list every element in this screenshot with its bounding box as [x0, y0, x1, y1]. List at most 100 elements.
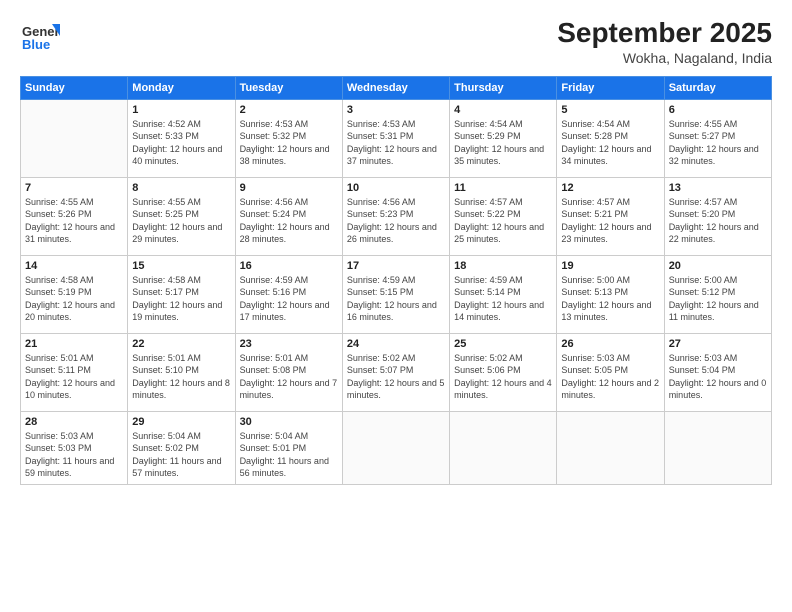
- header-wednesday: Wednesday: [342, 76, 449, 99]
- week-row-3: 21 Sunrise: 5:01 AMSunset: 5:11 PMDayligh…: [21, 333, 772, 411]
- day-number: 8: [132, 182, 230, 194]
- day-number: 26: [561, 338, 659, 350]
- day-detail: Sunrise: 4:59 AMSunset: 5:14 PMDaylight:…: [454, 274, 552, 324]
- day-detail: Sunrise: 5:03 AMSunset: 5:04 PMDaylight:…: [669, 352, 767, 402]
- header-monday: Monday: [128, 76, 235, 99]
- day-detail: Sunrise: 4:59 AMSunset: 5:15 PMDaylight:…: [347, 274, 445, 324]
- day-cell: 6 Sunrise: 4:55 AMSunset: 5:27 PMDaylight…: [664, 99, 771, 177]
- day-number: 13: [669, 182, 767, 194]
- day-cell: 3 Sunrise: 4:53 AMSunset: 5:31 PMDaylight…: [342, 99, 449, 177]
- calendar-title: September 2025: [557, 16, 772, 50]
- day-detail: Sunrise: 4:52 AMSunset: 5:33 PMDaylight:…: [132, 118, 230, 168]
- day-cell: [664, 411, 771, 484]
- day-detail: Sunrise: 4:55 AMSunset: 5:27 PMDaylight:…: [669, 118, 767, 168]
- day-cell: [450, 411, 557, 484]
- day-detail: Sunrise: 5:03 AMSunset: 5:03 PMDaylight:…: [25, 430, 123, 480]
- day-cell: 4 Sunrise: 4:54 AMSunset: 5:29 PMDaylight…: [450, 99, 557, 177]
- day-number: 14: [25, 260, 123, 272]
- day-cell: 14 Sunrise: 4:58 AMSunset: 5:19 PMDayligh…: [21, 255, 128, 333]
- day-number: 24: [347, 338, 445, 350]
- day-cell: 30Sunrise: 5:04 AMSunset: 5:01 PMDayligh…: [235, 411, 342, 484]
- day-number: 12: [561, 182, 659, 194]
- day-number: 18: [454, 260, 552, 272]
- day-cell: 17 Sunrise: 4:59 AMSunset: 5:15 PMDayligh…: [342, 255, 449, 333]
- day-number: 15: [132, 260, 230, 272]
- day-detail: Sunrise: 4:53 AMSunset: 5:31 PMDaylight:…: [347, 118, 445, 168]
- day-number: 10: [347, 182, 445, 194]
- day-number: 1: [132, 104, 230, 116]
- day-detail: Sunrise: 4:57 AMSunset: 5:21 PMDaylight:…: [561, 196, 659, 246]
- day-cell: [557, 411, 664, 484]
- header-row: Sunday Monday Tuesday Wednesday Thursday…: [21, 76, 772, 99]
- week-row-1: 7Sunrise: 4:55 AMSunset: 5:26 PMDaylight…: [21, 177, 772, 255]
- day-detail: Sunrise: 5:01 AMSunset: 5:08 PMDaylight:…: [240, 352, 338, 402]
- day-cell: 18 Sunrise: 4:59 AMSunset: 5:14 PMDayligh…: [450, 255, 557, 333]
- day-cell: 27Sunrise: 5:03 AMSunset: 5:04 PMDayligh…: [664, 333, 771, 411]
- day-number: 3: [347, 104, 445, 116]
- day-cell: 11 Sunrise: 4:57 AMSunset: 5:22 PMDayligh…: [450, 177, 557, 255]
- logo-icon: General Blue: [20, 16, 60, 56]
- day-detail: Sunrise: 4:58 AMSunset: 5:17 PMDaylight:…: [132, 274, 230, 324]
- day-cell: 13Sunrise: 4:57 AMSunset: 5:20 PMDayligh…: [664, 177, 771, 255]
- day-detail: Sunrise: 5:02 AMSunset: 5:06 PMDaylight:…: [454, 352, 552, 402]
- day-detail: Sunrise: 5:00 AMSunset: 5:12 PMDaylight:…: [669, 274, 767, 324]
- day-number: 30: [240, 416, 338, 428]
- day-number: 23: [240, 338, 338, 350]
- day-detail: Sunrise: 4:56 AMSunset: 5:24 PMDaylight:…: [240, 196, 338, 246]
- day-cell: 8 Sunrise: 4:55 AMSunset: 5:25 PMDaylight…: [128, 177, 235, 255]
- day-number: 28: [25, 416, 123, 428]
- day-number: 20: [669, 260, 767, 272]
- day-cell: 29 Sunrise: 5:04 AMSunset: 5:02 PMDayligh…: [128, 411, 235, 484]
- header-friday: Friday: [557, 76, 664, 99]
- day-number: 25: [454, 338, 552, 350]
- day-number: 21: [25, 338, 123, 350]
- day-cell: 10 Sunrise: 4:56 AMSunset: 5:23 PMDayligh…: [342, 177, 449, 255]
- day-cell: 9 Sunrise: 4:56 AMSunset: 5:24 PMDaylight…: [235, 177, 342, 255]
- day-detail: Sunrise: 4:54 AMSunset: 5:29 PMDaylight:…: [454, 118, 552, 168]
- day-detail: Sunrise: 4:54 AMSunset: 5:28 PMDaylight:…: [561, 118, 659, 168]
- day-cell: 28 Sunrise: 5:03 AMSunset: 5:03 PMDayligh…: [21, 411, 128, 484]
- day-cell: 21 Sunrise: 5:01 AMSunset: 5:11 PMDayligh…: [21, 333, 128, 411]
- header: General Blue September 2025 Wokha, Nagal…: [20, 16, 772, 66]
- calendar-table: Sunday Monday Tuesday Wednesday Thursday…: [20, 76, 772, 485]
- header-sunday: Sunday: [21, 76, 128, 99]
- header-tuesday: Tuesday: [235, 76, 342, 99]
- day-cell: [21, 99, 128, 177]
- header-saturday: Saturday: [664, 76, 771, 99]
- day-detail: Sunrise: 4:56 AMSunset: 5:23 PMDaylight:…: [347, 196, 445, 246]
- day-detail: Sunrise: 5:01 AMSunset: 5:11 PMDaylight:…: [25, 352, 123, 402]
- day-detail: Sunrise: 5:04 AMSunset: 5:02 PMDaylight:…: [132, 430, 230, 480]
- day-cell: [342, 411, 449, 484]
- day-cell: 7Sunrise: 4:55 AMSunset: 5:26 PMDaylight…: [21, 177, 128, 255]
- day-detail: Sunrise: 4:53 AMSunset: 5:32 PMDaylight:…: [240, 118, 338, 168]
- day-cell: 2Sunrise: 4:53 AMSunset: 5:32 PMDaylight…: [235, 99, 342, 177]
- day-number: 7: [25, 182, 123, 194]
- day-number: 16: [240, 260, 338, 272]
- day-detail: Sunrise: 4:59 AMSunset: 5:16 PMDaylight:…: [240, 274, 338, 324]
- day-cell: 26Sunrise: 5:03 AMSunset: 5:05 PMDayligh…: [557, 333, 664, 411]
- day-number: 11: [454, 182, 552, 194]
- day-cell: 1 Sunrise: 4:52 AMSunset: 5:33 PMDaylight…: [128, 99, 235, 177]
- svg-text:Blue: Blue: [22, 37, 50, 52]
- day-detail: Sunrise: 5:00 AMSunset: 5:13 PMDaylight:…: [561, 274, 659, 324]
- day-number: 29: [132, 416, 230, 428]
- week-row-2: 14 Sunrise: 4:58 AMSunset: 5:19 PMDayligh…: [21, 255, 772, 333]
- calendar-page: General Blue September 2025 Wokha, Nagal…: [0, 0, 792, 612]
- day-detail: Sunrise: 4:58 AMSunset: 5:19 PMDaylight:…: [25, 274, 123, 324]
- day-number: 9: [240, 182, 338, 194]
- day-cell: 24Sunrise: 5:02 AMSunset: 5:07 PMDayligh…: [342, 333, 449, 411]
- header-thursday: Thursday: [450, 76, 557, 99]
- day-number: 5: [561, 104, 659, 116]
- title-block: September 2025 Wokha, Nagaland, India: [557, 16, 772, 66]
- day-number: 19: [561, 260, 659, 272]
- day-number: 22: [132, 338, 230, 350]
- day-detail: Sunrise: 4:57 AMSunset: 5:22 PMDaylight:…: [454, 196, 552, 246]
- day-number: 6: [669, 104, 767, 116]
- day-cell: 5 Sunrise: 4:54 AMSunset: 5:28 PMDaylight…: [557, 99, 664, 177]
- day-detail: Sunrise: 4:55 AMSunset: 5:25 PMDaylight:…: [132, 196, 230, 246]
- day-number: 17: [347, 260, 445, 272]
- day-number: 4: [454, 104, 552, 116]
- day-cell: 23 Sunrise: 5:01 AMSunset: 5:08 PMDayligh…: [235, 333, 342, 411]
- day-cell: 22Sunrise: 5:01 AMSunset: 5:10 PMDayligh…: [128, 333, 235, 411]
- week-row-0: 1 Sunrise: 4:52 AMSunset: 5:33 PMDaylight…: [21, 99, 772, 177]
